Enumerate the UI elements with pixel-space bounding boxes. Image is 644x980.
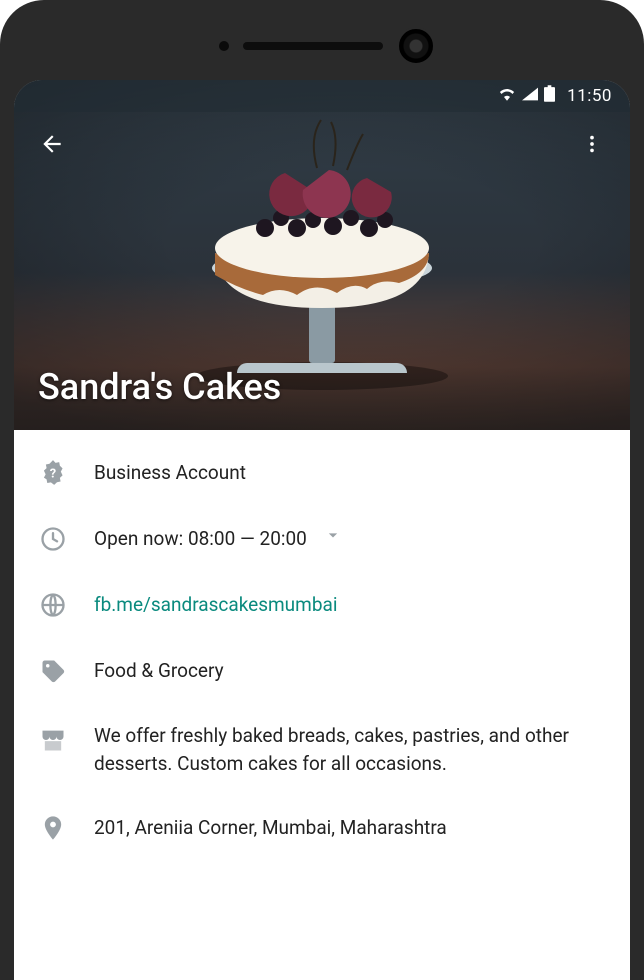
back-button[interactable] [32, 124, 72, 164]
account-type-row: ? Business Account [14, 440, 630, 506]
category-row: Food & Grocery [14, 638, 630, 704]
chevron-down-icon [323, 525, 343, 553]
tag-icon [38, 656, 68, 686]
website-row[interactable]: fb.me/sandrascakesmumbai [14, 572, 630, 638]
hero-image: Sandra's Cakes [14, 80, 630, 430]
clock-icon [38, 524, 68, 554]
website-link[interactable]: fb.me/sandrascakesmumbai [94, 591, 337, 619]
hours-text: Open now: 08:00 — 20:00 [94, 525, 343, 553]
battery-icon [544, 85, 555, 107]
svg-text:?: ? [50, 467, 56, 482]
description-row: We offer freshly baked breads, cakes, pa… [14, 704, 630, 795]
hours-row[interactable]: Open now: 08:00 — 20:00 [14, 506, 630, 572]
status-time: 11:50 [567, 86, 612, 106]
storefront-icon [38, 725, 68, 755]
account-type-text: Business Account [94, 459, 246, 487]
business-title: Sandra's Cakes [38, 366, 281, 408]
phone-hardware-top [14, 12, 630, 80]
badge-icon: ? [38, 458, 68, 488]
location-icon [38, 813, 68, 843]
signal-icon [522, 86, 538, 106]
details-section: ? Business Account Open now: 08:00 — 20:… [14, 430, 630, 871]
more-menu-button[interactable] [572, 124, 612, 164]
globe-icon [38, 590, 68, 620]
app-bar [14, 116, 630, 172]
status-bar: 11:50 [14, 80, 630, 112]
phone-frame: 11:50 [0, 0, 644, 980]
category-text: Food & Grocery [94, 657, 224, 685]
wifi-icon [498, 86, 516, 106]
description-text: We offer freshly baked breads, cakes, pa… [94, 722, 606, 777]
screen: 11:50 [14, 80, 630, 980]
address-row[interactable]: 201, Areniia Corner, Mumbai, Maharashtra [14, 795, 630, 861]
address-text: 201, Areniia Corner, Mumbai, Maharashtra [94, 814, 447, 842]
